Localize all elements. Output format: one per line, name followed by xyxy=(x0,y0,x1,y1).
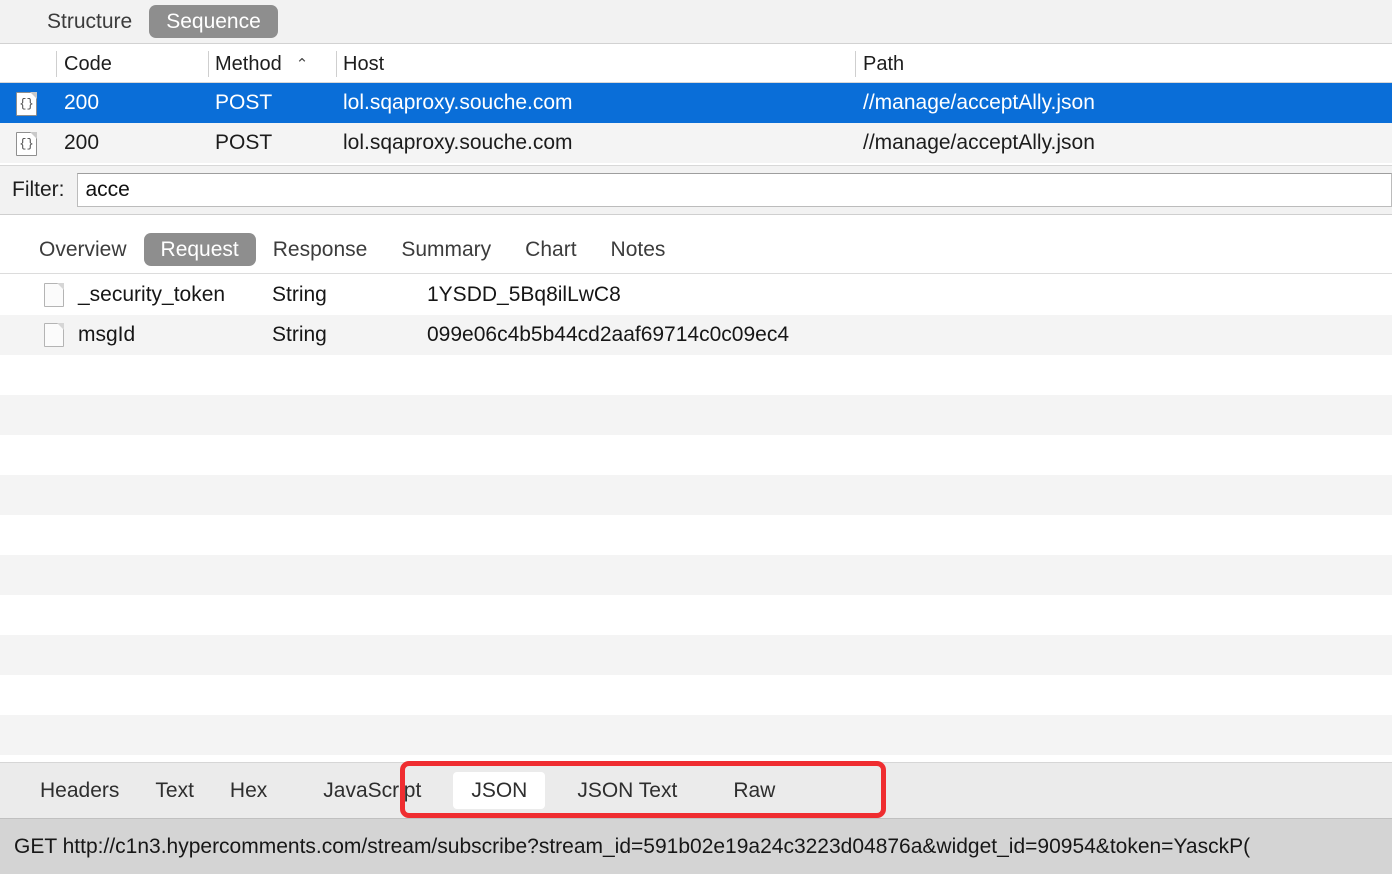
content-view-tab-bar: Headers Text Hex JavaScript JSON JSON Te… xyxy=(0,762,1392,818)
tab-json-text[interactable]: JSON Text xyxy=(559,772,695,809)
file-icon xyxy=(44,323,64,347)
request-list: {} 200 POST lol.sqaproxy.souche.com //ma… xyxy=(0,83,1392,163)
detail-tab-bar: Overview Request Response Summary Chart … xyxy=(0,226,1392,274)
column-header-host[interactable]: Host xyxy=(343,45,384,83)
json-document-icon: {} xyxy=(16,132,37,156)
view-mode-toolbar: Structure Sequence xyxy=(0,0,1392,44)
column-divider[interactable] xyxy=(56,51,57,77)
status-bar-url: GET http://c1n3.hypercomments.com/stream… xyxy=(14,834,1251,858)
param-value: 1YSDD_5Bq8ilLwC8 xyxy=(427,283,621,306)
table-row-empty[interactable] xyxy=(0,355,1392,395)
request-params-table: _security_token String 1YSDD_5Bq8ilLwC8 … xyxy=(0,275,1392,762)
tab-hex[interactable]: Hex xyxy=(212,772,285,809)
column-divider[interactable] xyxy=(208,51,209,77)
segment-sequence[interactable]: Sequence xyxy=(149,5,278,38)
column-header-path[interactable]: Path xyxy=(863,45,904,83)
param-value: 099e06c4b5b44cd2aaf69714c0c09ec4 xyxy=(427,323,789,346)
tab-json[interactable]: JSON xyxy=(453,772,546,809)
param-name: _security_token xyxy=(78,283,226,306)
tab-request[interactable]: Request xyxy=(143,233,256,266)
status-bar: GET http://c1n3.hypercomments.com/stream… xyxy=(0,818,1392,874)
column-header-method[interactable]: Method ⌃ xyxy=(215,45,308,83)
table-row[interactable]: msgId String 099e06c4b5b44cd2aaf69714c0c… xyxy=(0,315,1392,355)
file-icon xyxy=(44,283,64,307)
charles-proxy-window: Structure Sequence Code Method ⌃ Host Pa… xyxy=(0,0,1392,874)
filter-bar: Filter: xyxy=(0,165,1392,215)
column-divider[interactable] xyxy=(336,51,337,77)
request-list-header: Code Method ⌃ Host Path xyxy=(0,45,1392,83)
param-name: msgId xyxy=(78,323,136,346)
table-row-empty[interactable] xyxy=(0,595,1392,635)
table-row-empty[interactable] xyxy=(0,715,1392,755)
row-method: POST xyxy=(215,131,273,154)
table-row[interactable]: {} 200 POST lol.sqaproxy.souche.com //ma… xyxy=(0,123,1392,163)
param-type: String xyxy=(272,283,327,306)
segment-structure[interactable]: Structure xyxy=(30,5,149,38)
column-header-method-label: Method xyxy=(215,52,282,75)
row-path: //manage/acceptAlly.json xyxy=(863,91,1095,114)
table-row-empty[interactable] xyxy=(0,515,1392,555)
table-row-empty[interactable] xyxy=(0,635,1392,675)
filter-input[interactable] xyxy=(76,173,1392,207)
tab-response[interactable]: Response xyxy=(256,233,385,266)
row-path: //manage/acceptAlly.json xyxy=(863,131,1095,154)
tab-summary[interactable]: Summary xyxy=(384,233,508,266)
json-document-icon: {} xyxy=(16,92,37,116)
row-host: lol.sqaproxy.souche.com xyxy=(343,91,573,114)
table-row-empty[interactable] xyxy=(0,675,1392,715)
column-header-code[interactable]: Code xyxy=(64,45,112,83)
table-row[interactable]: {} 200 POST lol.sqaproxy.souche.com //ma… xyxy=(0,83,1392,123)
table-row-empty[interactable] xyxy=(0,435,1392,475)
tab-text[interactable]: Text xyxy=(137,772,212,809)
filter-label: Filter: xyxy=(12,178,65,201)
tab-headers[interactable]: Headers xyxy=(22,772,137,809)
table-row[interactable]: _security_token String 1YSDD_5Bq8ilLwC8 xyxy=(0,275,1392,315)
row-host: lol.sqaproxy.souche.com xyxy=(343,131,573,154)
column-divider[interactable] xyxy=(855,51,856,77)
row-code: 200 xyxy=(64,131,100,154)
table-row-empty[interactable] xyxy=(0,395,1392,435)
table-row-empty[interactable] xyxy=(0,555,1392,595)
tab-javascript[interactable]: JavaScript xyxy=(305,772,439,809)
tab-notes[interactable]: Notes xyxy=(594,233,683,266)
param-type: String xyxy=(272,323,327,346)
tab-overview[interactable]: Overview xyxy=(22,233,144,266)
tab-raw[interactable]: Raw xyxy=(715,772,793,809)
tab-chart[interactable]: Chart xyxy=(508,233,593,266)
table-row-empty[interactable] xyxy=(0,475,1392,515)
row-code: 200 xyxy=(64,91,100,114)
row-method: POST xyxy=(215,91,273,114)
sort-ascending-caret-icon: ⌃ xyxy=(295,55,309,73)
